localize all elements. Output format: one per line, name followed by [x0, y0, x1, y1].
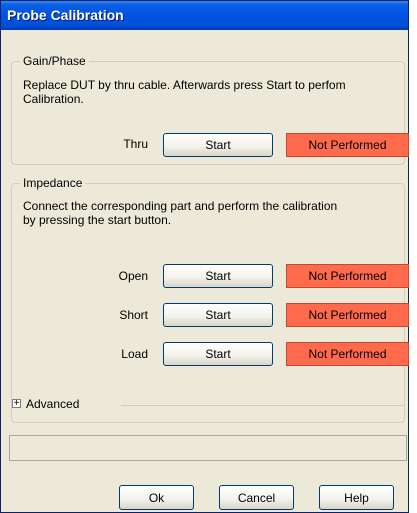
- load-start-button[interactable]: Start: [163, 342, 273, 366]
- impedance-group: Impedance Connect the corresponding part…: [11, 176, 409, 423]
- impedance-legend: Impedance: [20, 176, 86, 190]
- thru-status-badge: Not Performed: [286, 133, 409, 157]
- short-label: Short: [119, 308, 148, 322]
- status-bar: [9, 435, 407, 461]
- impedance-description: Connect the corresponding part and perfo…: [23, 199, 337, 227]
- dialog-window: Probe Calibration Gain/Phase Replace DUT…: [0, 0, 409, 513]
- ok-button[interactable]: Ok: [119, 485, 194, 510]
- impedance-description-line1: Connect the corresponding part and perfo…: [23, 199, 338, 213]
- window-title: Probe Calibration: [7, 7, 124, 23]
- load-status-badge: Not Performed: [286, 342, 409, 366]
- gain-phase-legend: Gain/Phase: [20, 54, 89, 68]
- thru-label: Thru: [123, 137, 148, 151]
- thru-start-button[interactable]: Start: [163, 133, 273, 157]
- short-status-badge: Not Performed: [286, 303, 409, 327]
- advanced-expand-icon[interactable]: +: [12, 399, 21, 409]
- gain-phase-description: Replace DUT by thru cable. Afterwards pr…: [23, 78, 346, 106]
- open-label: Open: [118, 269, 148, 283]
- impedance-description-line2: by pressing the start button.: [23, 213, 172, 227]
- gain-phase-description-line1: Replace DUT by thru cable. Afterwards pr…: [23, 78, 346, 92]
- gain-phase-description-line2: Calibration.: [23, 92, 84, 106]
- short-start-button[interactable]: Start: [163, 303, 273, 327]
- advanced-label[interactable]: Advanced: [26, 397, 79, 411]
- title-bar[interactable]: Probe Calibration: [1, 1, 408, 30]
- open-start-button[interactable]: Start: [163, 264, 273, 288]
- open-status-badge: Not Performed: [286, 264, 409, 288]
- load-label: Load: [121, 347, 148, 361]
- advanced-divider: [121, 405, 405, 406]
- gain-phase-group: Gain/Phase Replace DUT by thru cable. Af…: [11, 54, 409, 165]
- help-button[interactable]: Help: [319, 485, 394, 510]
- cancel-button[interactable]: Cancel: [219, 485, 294, 510]
